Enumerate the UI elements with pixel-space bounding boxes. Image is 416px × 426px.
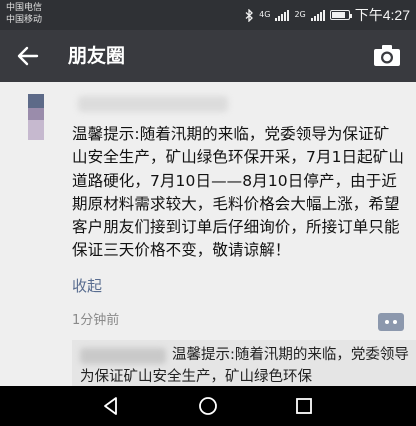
battery-icon [329,10,352,20]
nav-home-icon[interactable] [196,394,220,418]
bluetooth-icon [245,8,254,22]
network-2g-label: 2G [294,10,306,19]
post-time: 1分钟前 [72,313,120,328]
moments-feed: 温馨提示:随着汛期的来临，党委领导为保证矿山安全生产，矿山绿色环保开采，7月1日… [0,82,416,386]
carrier-2: 中国移动 [6,15,43,25]
status-time: 下午4:27 [354,7,410,23]
collapse-link[interactable]: 收起 [72,276,102,296]
app-header: 朋友圈 [0,30,416,82]
page-title: 朋友圈 [68,45,126,67]
comment-text: 温馨提示:随着汛期的来临，党委领导为保证矿山安全生产，矿山绿色环保 [80,347,409,385]
back-arrow-icon[interactable] [14,42,42,70]
post-text: 温馨提示:随着汛期的来临，党委领导为保证矿山安全生产，矿山绿色环保开采，7月1日… [72,125,404,260]
signal-icon [275,9,290,21]
status-icons: 4G 2G 下午4:27 [245,6,410,24]
carrier-1: 中国电信 [6,3,43,13]
system-nav-bar [0,386,416,426]
comment-box: 温馨提示:随着汛期的来临，党委领导为保证矿山安全生产，矿山绿色环保 [72,340,416,386]
nav-back-icon[interactable] [99,394,123,418]
camera-icon[interactable] [372,42,402,70]
network-4g-label: 4G [259,10,271,19]
nav-recent-apps-icon[interactable] [292,394,316,418]
avatar[interactable] [28,94,44,140]
signal-icon [310,9,325,21]
status-bar: 中国电信 中国移动 4G 2G 下午4:27 [0,0,416,30]
username-redacted[interactable] [78,96,228,112]
comment-menu-button[interactable] [378,313,404,331]
